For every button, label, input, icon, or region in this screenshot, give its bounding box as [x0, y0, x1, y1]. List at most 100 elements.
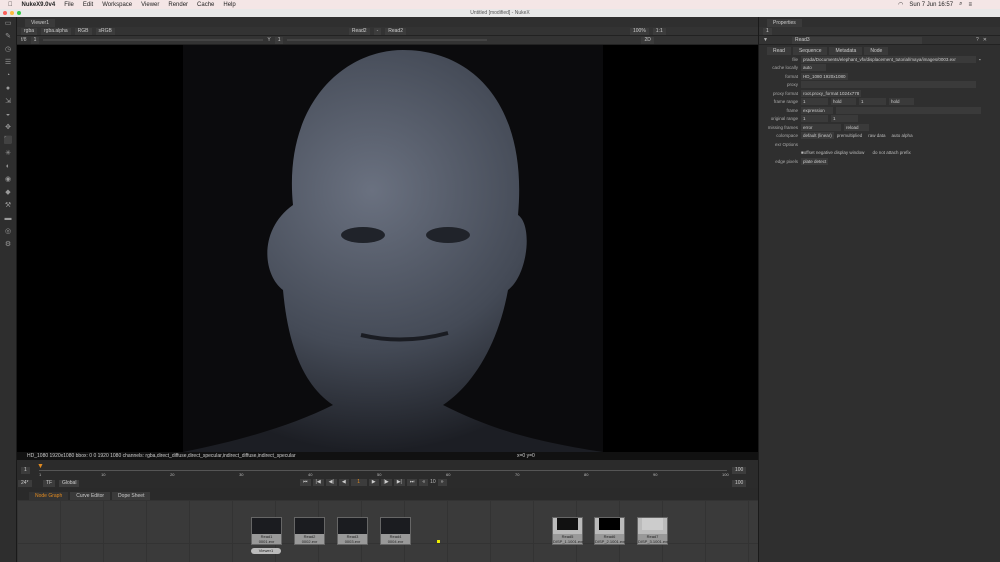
menu-workspace[interactable]: Workspace	[102, 2, 132, 8]
fps-dropdown[interactable]: 24*	[18, 480, 32, 487]
plugins-tool-icon[interactable]: ⚙	[3, 241, 14, 249]
node-read1[interactable]: Read1 0001.exr	[251, 517, 282, 545]
node-read7[interactable]: Read7 DISP_3.1001.exr	[637, 517, 668, 545]
filter-tool-icon[interactable]: ●	[3, 85, 14, 93]
menu-viewer[interactable]: Viewer	[141, 2, 159, 8]
proxy-input[interactable]	[801, 81, 976, 89]
current-frame-field[interactable]: 1	[350, 479, 367, 486]
next-key-button[interactable]: ▶|	[393, 479, 405, 486]
node-read3[interactable]: Read3 0003.exr	[337, 517, 368, 545]
last-frame-button[interactable]: ⏭	[406, 479, 418, 486]
search-icon[interactable]: ⌕	[959, 1, 962, 8]
help-icon[interactable]: ?	[976, 37, 979, 43]
timeline-end-out[interactable]: 100	[732, 480, 747, 487]
deep-tool-icon[interactable]: ◐	[3, 163, 14, 171]
zoom-dropdown[interactable]: 100%	[629, 27, 649, 35]
raw-data-checkbox[interactable]: raw data	[868, 133, 885, 138]
channel-tool-icon[interactable]: ☰	[3, 59, 14, 67]
tab-node-graph[interactable]: Node Graph	[29, 492, 69, 500]
furnace-tool-icon[interactable]: ◎	[3, 228, 14, 236]
node-graph[interactable]: Read1 0001.exr Read2 0002.exr Read3 0003.ex…	[17, 500, 758, 562]
keyer-tool-icon[interactable]: ⇲	[3, 98, 14, 106]
ratio-dropdown[interactable]: 1:1	[652, 27, 666, 35]
folder-icon[interactable]: ▪	[979, 57, 981, 62]
toolsets-icon[interactable]: ⚒	[3, 202, 14, 210]
timeline[interactable]: 1 ▼ 1 10 20 30 40 50 60 70 80 90 100 100 24* TF Gl…	[17, 460, 758, 488]
original-range-end[interactable]: 1	[831, 115, 858, 123]
tab-viewer1[interactable]: Viewer1	[25, 19, 55, 27]
other-tool-icon[interactable]: ▬	[3, 215, 14, 223]
menu-file[interactable]: File	[64, 2, 74, 8]
node-name-field[interactable]: Read3	[791, 36, 922, 44]
menu-help[interactable]: Help	[223, 2, 235, 8]
frame-range-before[interactable]: hold	[831, 98, 856, 106]
zoom-window-button[interactable]	[17, 11, 21, 15]
global-dropdown[interactable]: Global	[59, 480, 80, 487]
display-dropdown[interactable]: RGB	[74, 27, 92, 35]
timeline-start[interactable]: 1	[21, 467, 30, 474]
gamma-field[interactable]: 1	[274, 36, 284, 44]
first-frame-button[interactable]: ⏮	[300, 479, 311, 486]
edge-pixels-dropdown[interactable]: plate detect	[801, 157, 829, 165]
prev-key-button[interactable]: |◀	[312, 479, 324, 486]
missing-frames-dropdown[interactable]: error	[801, 123, 841, 131]
input-a-dropdown[interactable]: Read2	[348, 27, 370, 35]
node-read6[interactable]: Read6 DISP_2.1001.exr	[594, 517, 625, 545]
skip-forward-button[interactable]: »	[437, 479, 447, 486]
transform-tool-icon[interactable]: ✥	[3, 124, 14, 132]
alpha-dropdown[interactable]: rgba.alpha	[41, 27, 71, 35]
timeline-end[interactable]: 100	[732, 467, 747, 474]
format-dropdown[interactable]: HD_1080 1920x1080	[801, 72, 848, 80]
tab-dope-sheet[interactable]: Dope Sheet	[112, 492, 151, 500]
tab-metadata[interactable]: Metadata	[829, 47, 863, 55]
close-window-button[interactable]	[3, 11, 7, 15]
input-mid-dropdown[interactable]: -	[373, 27, 382, 35]
merge-tool-icon[interactable]: ◒	[3, 111, 14, 119]
input-b-dropdown[interactable]: Read2	[385, 27, 406, 35]
max-panels-field[interactable]: 1	[763, 27, 772, 35]
timeline-ruler[interactable]	[39, 470, 727, 471]
minimize-window-button[interactable]	[10, 11, 14, 15]
channels-dropdown[interactable]: rgba	[21, 27, 38, 35]
list-icon[interactable]: ≡	[968, 2, 972, 8]
premultiplied-checkbox[interactable]: premultiplied	[837, 133, 863, 138]
tab-node[interactable]: Node	[864, 47, 889, 55]
node-viewer1[interactable]: Viewer1	[251, 548, 281, 554]
node-read5[interactable]: Read5 DISP_1.1001.exr	[552, 517, 583, 545]
apple-icon[interactable]: 	[8, 2, 13, 8]
file-input[interactable]: prada/Documents/elephant_vfx/displacemen…	[801, 55, 976, 63]
skip-back-button[interactable]: «	[419, 479, 429, 486]
clock[interactable]: Sun 7 Jun 16:57	[909, 2, 953, 8]
particles-tool-icon[interactable]: ✳	[3, 150, 14, 158]
close-icon[interactable]: ✕	[983, 37, 987, 43]
menu-render[interactable]: Render	[168, 2, 188, 8]
image-tool-icon[interactable]: ▭	[3, 20, 14, 28]
tab-sequence[interactable]: Sequence	[792, 47, 828, 55]
node-read4[interactable]: Read4 0004.exr	[380, 517, 411, 545]
dot-node[interactable]	[437, 540, 440, 543]
lut-dropdown[interactable]: sRGB	[95, 27, 115, 35]
menu-edit[interactable]: Edit	[83, 2, 93, 8]
wifi-icon[interactable]: ◠	[898, 1, 903, 8]
proxy-format-dropdown[interactable]: root.proxy_format 1024x778	[801, 89, 862, 97]
tf-dropdown[interactable]: TF	[43, 480, 56, 487]
gain-field[interactable]: 1	[30, 36, 40, 44]
play-forward-button[interactable]: ▶	[368, 479, 379, 486]
collapse-icon[interactable]: ▼	[763, 37, 768, 43]
cache-dropdown[interactable]: auto	[801, 64, 826, 72]
menu-cache[interactable]: Cache	[197, 2, 214, 8]
metadata-tool-icon[interactable]: ◆	[3, 189, 14, 197]
step-field[interactable]: 10	[430, 479, 436, 486]
play-backward-button[interactable]: ◀	[338, 479, 349, 486]
frame-range-after[interactable]: hold	[889, 98, 914, 106]
colorspace-dropdown[interactable]: default (linear)	[801, 132, 834, 140]
gamma-slider[interactable]	[287, 39, 488, 41]
3d-tool-icon[interactable]: ⬛	[3, 137, 14, 145]
draw-tool-icon[interactable]: ✎	[3, 33, 14, 41]
view-mode-dropdown[interactable]: 2D	[641, 36, 654, 44]
frame-mode-dropdown[interactable]: expression	[801, 106, 833, 114]
frame-range-end[interactable]: 1	[859, 98, 886, 106]
step-forward-button[interactable]: |▶	[380, 479, 392, 486]
auto-alpha-checkbox[interactable]: auto alpha	[892, 133, 913, 138]
reload-button[interactable]: reload	[844, 123, 869, 131]
